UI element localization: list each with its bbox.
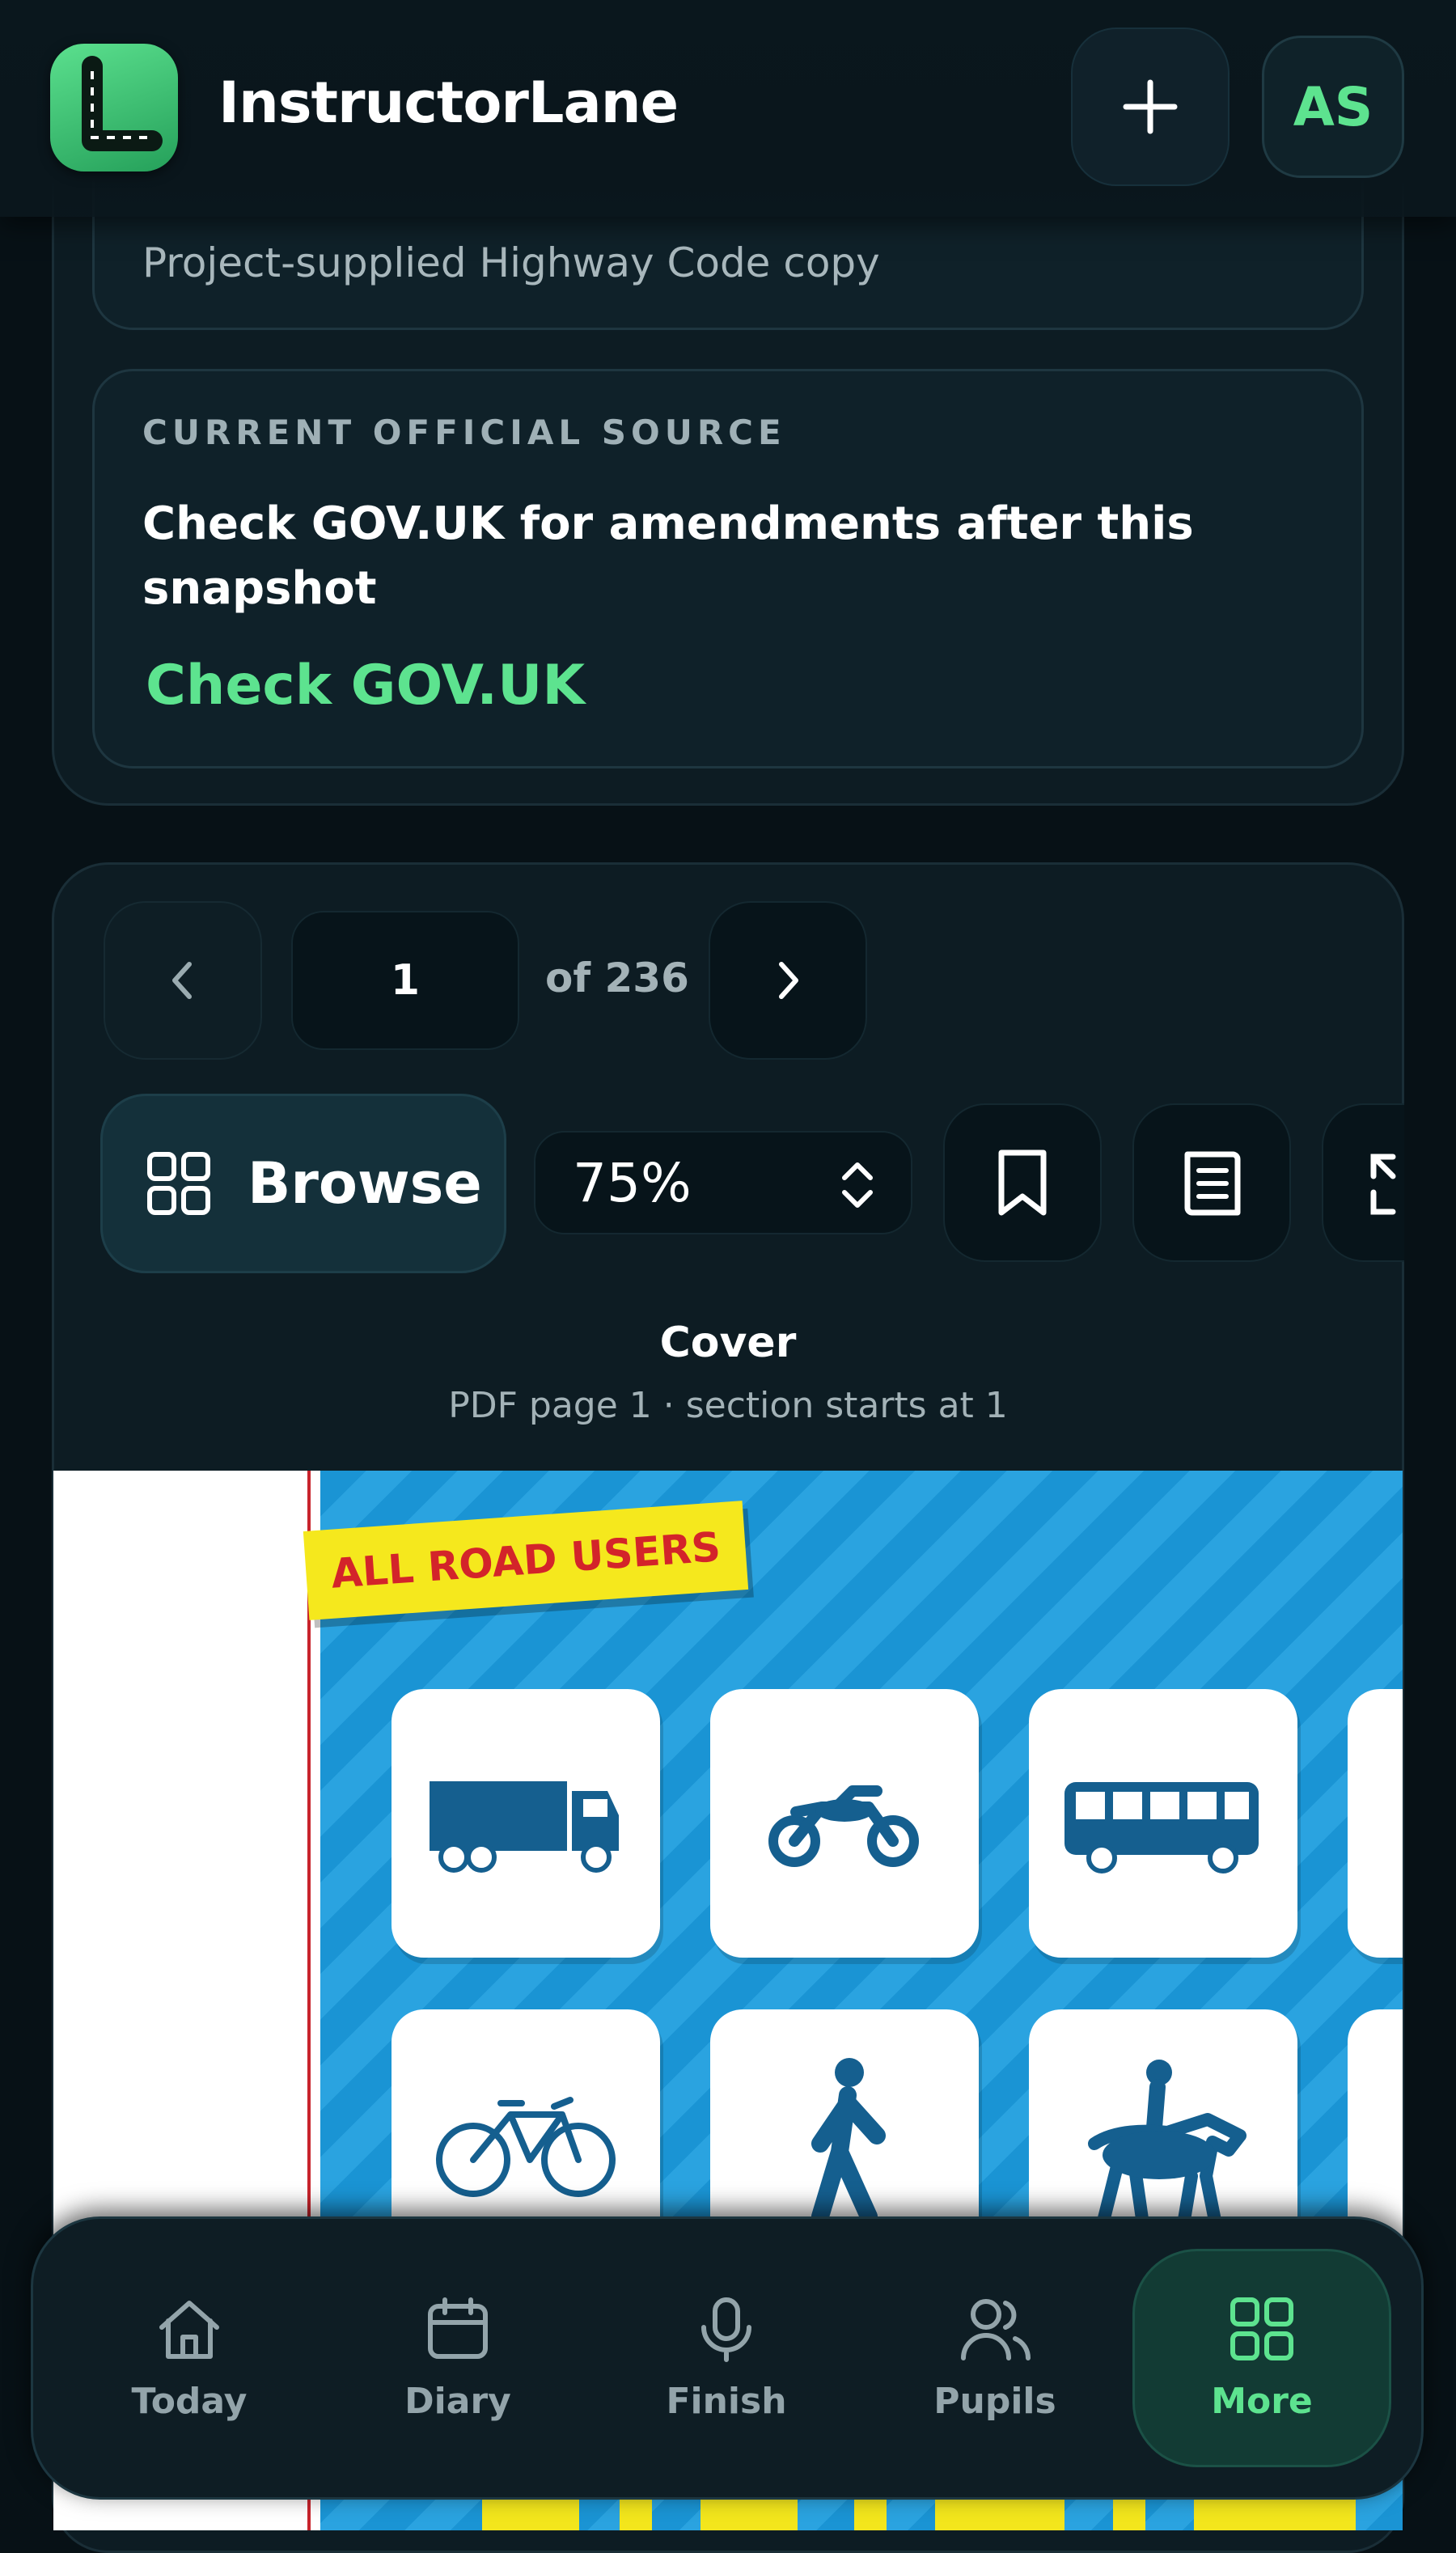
pedestrian-icon (811, 2058, 886, 2225)
source-text: Project-supplied Highway Code copy (142, 239, 880, 286)
official-source-label: CURRENT OFFICIAL SOURCE (142, 413, 786, 452)
nav-label: Diary (404, 2380, 511, 2422)
section-title: Cover (659, 1319, 797, 1367)
page-number-input[interactable]: 1 (291, 911, 519, 1050)
home-icon (159, 2300, 219, 2359)
users-icon (961, 2298, 1031, 2360)
nav-diary[interactable]: Diary (328, 2249, 587, 2467)
motorcycle-tile (710, 1689, 979, 1958)
bus-icon (1064, 1782, 1259, 1873)
lorry-tile (392, 1689, 660, 1958)
lorry-icon (430, 1781, 619, 1873)
section-subtitle: PDF page 1 · section starts at 1 (448, 1385, 1008, 1426)
nav-more[interactable]: More (1132, 2249, 1391, 2467)
page-total: of 236 (545, 955, 689, 1001)
nav-pupils[interactable]: Pupils (866, 2249, 1124, 2467)
bus-tile (1029, 1689, 1297, 1958)
nav-label: Today (131, 2380, 248, 2422)
app-title: InstructorLane (218, 70, 679, 136)
plus-icon (1123, 79, 1178, 134)
browse-label: Browse (248, 1150, 482, 1217)
previous-page-button[interactable] (104, 901, 262, 1060)
bookmark-button[interactable] (943, 1103, 1102, 1262)
chevron-left-icon (172, 962, 192, 999)
nav-label: Finish (666, 2380, 787, 2422)
bookmark-icon (998, 1149, 1047, 1216)
contents-button[interactable] (1132, 1103, 1291, 1262)
fullscreen-button[interactable] (1322, 1103, 1404, 1262)
nav-finish[interactable]: Finish (597, 2249, 856, 2467)
microphone-icon (701, 2297, 751, 2362)
nav-today[interactable]: Today (60, 2249, 319, 2467)
zoom-value: 75% (573, 1152, 692, 1214)
user-avatar[interactable]: AS (1262, 36, 1404, 178)
nav-label: Pupils (933, 2380, 1056, 2422)
app-header: InstructorLane AS (0, 0, 1456, 217)
expand-icon (1370, 1154, 1396, 1215)
grid-icon (147, 1152, 210, 1215)
calendar-icon (428, 2297, 488, 2359)
motorcycle-icon (768, 1785, 919, 1867)
chevron-up-down-icon (842, 1162, 873, 1208)
official-source-description: Check GOV.UK for amendments after this s… (142, 497, 1194, 615)
next-page-button[interactable] (709, 901, 867, 1060)
grid-icon (1230, 2297, 1293, 2360)
horse-rider-icon (1088, 2060, 1246, 2231)
bicycle-icon (436, 2097, 616, 2197)
chevron-right-icon (779, 962, 798, 999)
nav-label: More (1211, 2380, 1313, 2422)
book-icon (1184, 1151, 1241, 1216)
add-button[interactable] (1071, 28, 1230, 186)
check-gov-uk-link[interactable]: Check GOV.UK (146, 654, 585, 718)
partial-tile (1348, 1689, 1403, 1958)
app-logo (50, 44, 178, 171)
road-icon (82, 56, 163, 151)
